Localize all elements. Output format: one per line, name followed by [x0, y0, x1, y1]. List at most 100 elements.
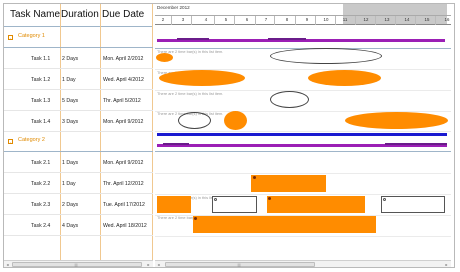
task-row[interactable]: Task 1.3 5 Days Thr. April 5/2012	[4, 90, 153, 111]
collapse-toggle-icon[interactable]: -	[8, 139, 13, 144]
grid-horizontal-scrollbar[interactable]: ◂ ||| ▸	[4, 260, 153, 267]
time-bar-outline[interactable]	[178, 112, 211, 129]
gantt-control: Task Name Duration Due Date - Category 1…	[3, 3, 455, 268]
scrollbar-thumb[interactable]: |||	[12, 262, 142, 267]
task-row[interactable]: Task 2.2 1 Day Thr. April 12/2012	[4, 173, 153, 194]
task-duration: 3 Days	[62, 119, 79, 125]
task-name: Task 1.1	[31, 56, 51, 62]
time-bar[interactable]	[224, 111, 247, 130]
task-due-date: Mon. April 2/2012	[103, 56, 144, 62]
task-due-date: Thr. April 12/2012	[103, 181, 144, 187]
time-bar[interactable]	[251, 175, 326, 192]
task-name: Task 2.1	[31, 160, 51, 166]
day-label: 12	[363, 17, 369, 22]
task-duration: 1 Days	[62, 160, 79, 166]
task-due-date: Wed. April 4/2012	[103, 77, 144, 83]
scrollbar-grip-icon: |||	[237, 262, 241, 267]
day-tick	[315, 16, 316, 25]
row-note: There are 2 time bar(s) in this list ite…	[157, 91, 224, 96]
task-name: Task 2.2	[31, 181, 51, 187]
task-name: Task 2.4	[31, 223, 51, 229]
day-label: 4	[204, 17, 208, 22]
day-label: 3	[181, 17, 185, 22]
category-separator	[155, 151, 451, 152]
day-tick	[171, 16, 172, 25]
category-summary-bar[interactable]	[177, 38, 209, 40]
scroll-left-arrow-icon[interactable]: ◂	[156, 262, 161, 267]
scroll-right-arrow-icon[interactable]: ▸	[444, 262, 449, 267]
task-due-date: Thr. April 5/2012	[103, 98, 141, 104]
task-due-date: Tue. April 17/2012	[103, 202, 145, 208]
header-duration[interactable]: Duration	[61, 4, 99, 26]
category-row-2[interactable]: - Category 2	[4, 131, 153, 152]
collapse-toggle-icon[interactable]: -	[8, 35, 13, 40]
task-row[interactable]: Task 1.1 2 Days Mon. April 2/2012	[4, 48, 153, 69]
task-grid: Task Name Duration Due Date - Category 1…	[4, 4, 153, 260]
category-label: Category 2	[18, 137, 45, 143]
scrollbar-thumb[interactable]: |||	[165, 262, 315, 267]
day-label: 5	[224, 17, 228, 22]
day-label: 9	[305, 17, 309, 22]
day-tick	[214, 16, 215, 25]
time-bar-marker-icon	[253, 176, 256, 179]
task-duration: 1 Day	[62, 181, 76, 187]
category-summary-bar[interactable]	[163, 143, 189, 145]
day-tick	[274, 16, 275, 25]
category-summary-bar[interactable]	[157, 133, 447, 136]
task-duration: 4 Days	[62, 223, 79, 229]
time-bar[interactable]	[267, 196, 365, 213]
task-row[interactable]: Task 2.3 2 Days Tue. April 17/2012	[4, 194, 153, 215]
time-bar[interactable]	[193, 216, 376, 233]
category-label: Category 1	[18, 33, 45, 39]
task-row[interactable]: Task 1.4 3 Days Mon. April 9/2012	[4, 111, 153, 132]
task-due-date: Mon. April 9/2012	[103, 119, 144, 125]
time-bar-marker-icon	[268, 197, 271, 200]
scrollbar-grip-icon: |||	[74, 262, 78, 267]
time-bar[interactable]	[308, 70, 381, 86]
time-bar[interactable]	[345, 112, 448, 129]
day-tick	[191, 16, 192, 25]
category-row-1[interactable]: - Category 1	[4, 27, 153, 48]
time-bar-marker-icon	[383, 198, 386, 201]
time-bar-outline[interactable]	[212, 196, 257, 213]
day-label: 10	[323, 17, 329, 22]
day-label: 11	[342, 17, 348, 22]
day-label: 6	[245, 17, 249, 22]
scroll-left-arrow-icon[interactable]: ◂	[5, 262, 10, 267]
day-tick	[335, 16, 336, 25]
task-row[interactable]: Task 2.4 4 Days Wed. April 18/2012	[4, 215, 153, 236]
day-tick	[435, 16, 436, 25]
time-bar-outline[interactable]	[270, 91, 309, 108]
timeline-month-label: December 2012	[157, 5, 190, 10]
row-separator	[155, 131, 451, 132]
task-name: Task 2.3	[31, 202, 51, 208]
day-tick	[375, 16, 376, 25]
scroll-right-arrow-icon[interactable]: ▸	[146, 262, 151, 267]
task-row[interactable]: Task 1.2 1 Day Wed. April 4/2012	[4, 69, 153, 90]
time-bar-outline[interactable]	[381, 196, 445, 213]
header-due-date[interactable]: Due Date	[102, 4, 144, 26]
time-bar[interactable]	[159, 70, 245, 86]
row-separator	[155, 236, 451, 237]
time-bar-outline[interactable]	[270, 48, 382, 64]
day-label: 7	[264, 17, 268, 22]
timeline-day-header: 2 3 4 5 6 7 8 9 10 11 12 13 14 15 16	[155, 15, 451, 25]
task-duration: 5 Days	[62, 98, 79, 104]
time-bar[interactable]	[157, 196, 191, 213]
category-summary-bar[interactable]	[385, 143, 447, 145]
gantt-horizontal-scrollbar[interactable]: ◂ ||| ▸	[155, 260, 451, 267]
day-tick	[234, 16, 235, 25]
day-tick	[255, 16, 256, 25]
gantt-chart-area[interactable]: December 2012 2 3 4 5 6 7 8 9 10 11 12 1…	[155, 4, 451, 260]
day-tick	[415, 16, 416, 25]
weekend-shading	[343, 4, 447, 15]
time-bar[interactable]	[156, 53, 173, 62]
category-summary-bar[interactable]	[268, 38, 306, 40]
day-tick	[295, 16, 296, 25]
header-task-name[interactable]: Task Name	[10, 4, 60, 26]
day-label: 15	[424, 17, 430, 22]
task-row[interactable]: Task 2.1 1 Days Mon. April 9/2012	[4, 152, 153, 173]
time-bar-marker-icon	[214, 198, 217, 201]
day-label: 14	[404, 17, 410, 22]
row-separator	[155, 173, 451, 174]
